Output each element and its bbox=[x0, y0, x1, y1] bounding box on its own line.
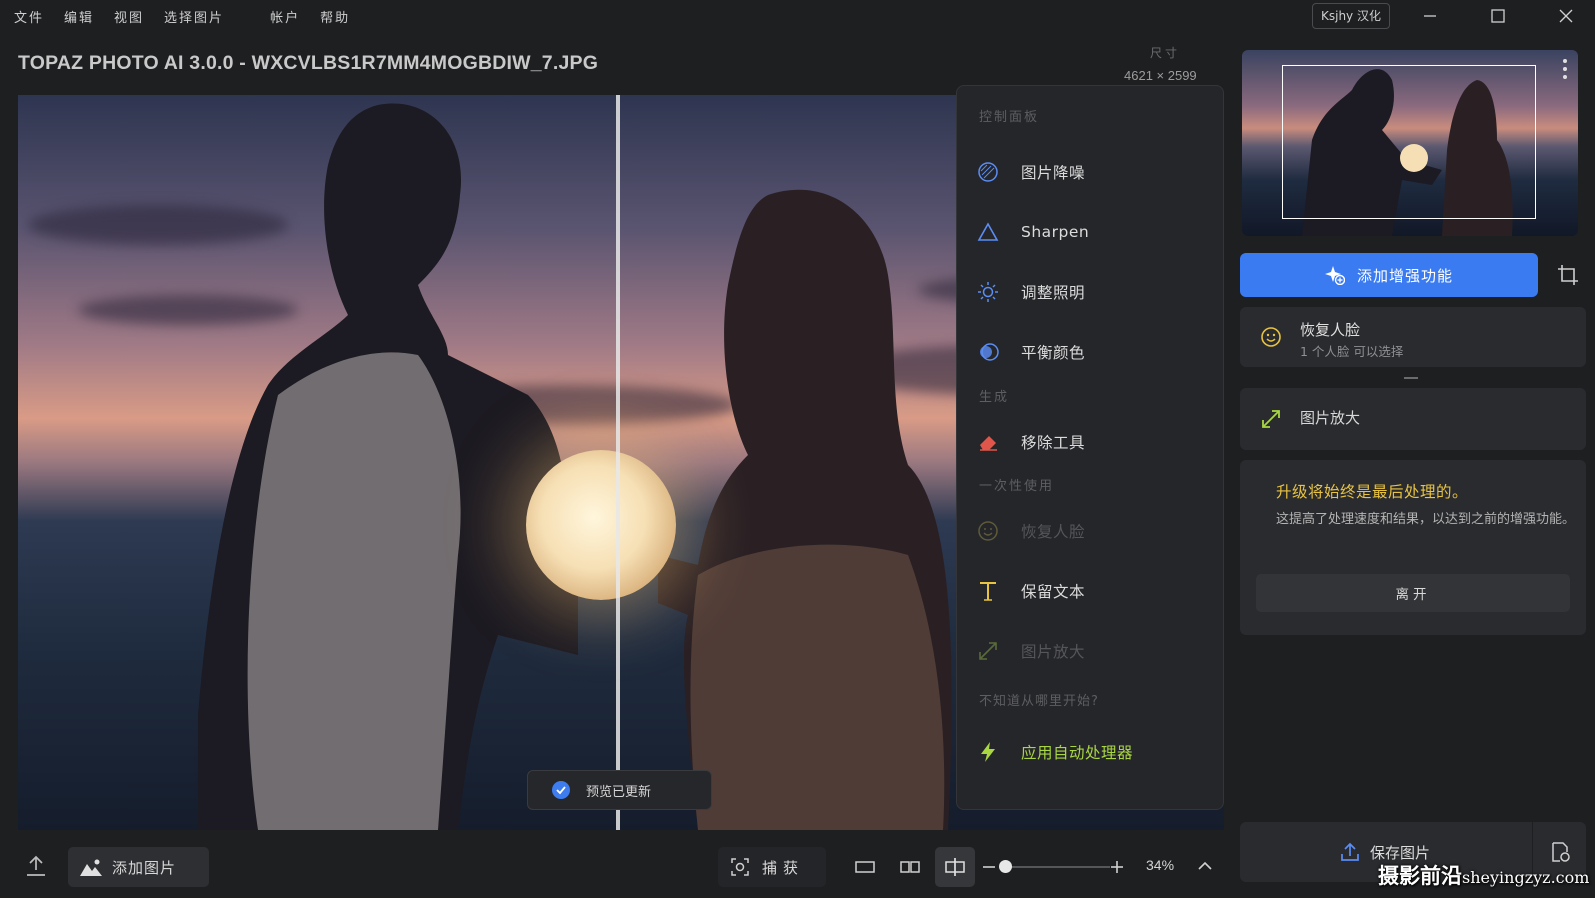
crop-icon bbox=[1558, 265, 1578, 285]
collapse-handle[interactable] bbox=[1404, 377, 1418, 379]
face-card-subtitle: 1 个人脸 可以选择 bbox=[1300, 344, 1404, 359]
split-view-icon bbox=[945, 858, 965, 876]
document-title: TOPAZ PHOTO AI 3.0.0 - WXCVLBS1R7MM4MOGB… bbox=[18, 52, 599, 74]
panel-item-label: 保留文本 bbox=[1021, 583, 1086, 601]
once-section-label: 一次性使用 bbox=[979, 479, 1055, 494]
panel-item-label: 平衡颜色 bbox=[1021, 344, 1086, 362]
preview-updated-toast: 预览已更新 bbox=[527, 770, 712, 810]
upscale-card[interactable]: 图片放大 bbox=[1240, 388, 1586, 450]
viewport-rectangle[interactable] bbox=[1282, 65, 1536, 219]
control-panel: 控制面板 图片降噪 Sharpen 调整照明 平衡颜色 生成 移除工具 一次性使… bbox=[956, 85, 1224, 810]
panel-item-label: 图片降噪 bbox=[1021, 164, 1086, 182]
add-image-button[interactable]: 添加图片 bbox=[68, 847, 209, 887]
woman-silhouette bbox=[658, 189, 952, 830]
moon-glow bbox=[526, 450, 676, 600]
menu-view[interactable]: 视图 bbox=[114, 7, 144, 26]
sparkle-add-icon bbox=[1324, 266, 1345, 285]
face-card-title: 恢复人脸 bbox=[1300, 321, 1361, 339]
add-enhancement-label: 添加增强功能 bbox=[1356, 266, 1453, 285]
capture-button[interactable]: 捕获 bbox=[718, 847, 826, 887]
face-icon bbox=[975, 518, 1001, 544]
control-panel-title: 控制面板 bbox=[979, 110, 1040, 125]
menu-file[interactable]: 文件 bbox=[14, 7, 44, 26]
upscale-icon bbox=[975, 638, 1001, 664]
crop-button[interactable] bbox=[1550, 256, 1586, 294]
image-icon bbox=[80, 859, 102, 876]
eraser-icon bbox=[975, 429, 1001, 455]
panel-item-denoise[interactable]: 图片降噪 bbox=[975, 152, 1205, 192]
watermark: 摄影前沿sheyingzyz.com bbox=[1378, 860, 1589, 890]
panel-item-color-balance[interactable]: 平衡颜色 bbox=[975, 332, 1205, 372]
zoom-in-icon[interactable] bbox=[1110, 860, 1124, 874]
split-compare-handle[interactable] bbox=[616, 95, 620, 830]
zoom-slider-handle[interactable] bbox=[999, 860, 1012, 873]
side-by-side-icon bbox=[900, 861, 920, 873]
panel-item-label: 图片放大 bbox=[1021, 643, 1086, 661]
panel-item-remove-tool[interactable]: 移除工具 bbox=[975, 422, 1205, 462]
denoise-icon bbox=[975, 159, 1001, 185]
add-enhancement-button[interactable]: 添加增强功能 bbox=[1240, 253, 1538, 297]
info-card-body: 这提高了处理速度和结果，以达到之前的增强功能。 bbox=[1276, 512, 1576, 527]
more-options-icon[interactable] bbox=[1562, 58, 1568, 80]
color-balance-icon bbox=[975, 339, 1001, 365]
triangle-icon bbox=[975, 219, 1001, 245]
zoom-slider-track[interactable] bbox=[1000, 866, 1110, 868]
import-icon[interactable] bbox=[24, 854, 48, 878]
panel-item-label: 移除工具 bbox=[1021, 434, 1086, 452]
leave-button[interactable]: 离开 bbox=[1256, 574, 1570, 612]
watermark-url: sheyingzyz.com bbox=[1462, 868, 1590, 887]
camera-icon bbox=[731, 858, 749, 876]
split-view-button[interactable] bbox=[935, 847, 975, 887]
lightning-icon bbox=[975, 739, 1001, 765]
side-by-side-button[interactable] bbox=[890, 847, 930, 887]
maximize-button[interactable] bbox=[1473, 0, 1523, 32]
add-image-label: 添加图片 bbox=[112, 858, 177, 877]
panel-item-preserve-text[interactable]: 保留文本 bbox=[975, 571, 1205, 611]
minimize-button[interactable] bbox=[1405, 0, 1455, 32]
navigator-thumbnail[interactable] bbox=[1242, 50, 1578, 236]
zoom-percentage[interactable]: 34% bbox=[1146, 857, 1174, 873]
single-view-button[interactable] bbox=[845, 847, 885, 887]
man-silhouette bbox=[198, 103, 578, 830]
help-label: 不知道从哪里开始? bbox=[979, 694, 1099, 709]
upscale-icon bbox=[1262, 410, 1280, 428]
menu-account[interactable]: 帐户 bbox=[270, 7, 300, 26]
watermark-cn: 摄影前沿 bbox=[1378, 863, 1462, 888]
menu-edit[interactable]: 编辑 bbox=[64, 7, 94, 26]
capture-label: 捕获 bbox=[762, 858, 805, 877]
panel-item-recover-face: 恢复人脸 bbox=[975, 511, 1205, 551]
panel-item-label: 调整照明 bbox=[1021, 284, 1086, 302]
panel-item-label: 恢复人脸 bbox=[1021, 523, 1086, 541]
close-button[interactable] bbox=[1541, 0, 1591, 32]
close-icon bbox=[1559, 9, 1573, 23]
upload-icon bbox=[1341, 842, 1359, 861]
panel-item-label: Sharpen bbox=[1021, 223, 1090, 241]
apply-autopilot-button[interactable]: 应用自动处理器 bbox=[975, 732, 1205, 772]
single-view-icon bbox=[855, 861, 875, 873]
dimension-value: 4621 × 2599 bbox=[1124, 68, 1197, 83]
menu-select-image[interactable]: 选择图片 bbox=[164, 7, 224, 26]
bottom-toolbar: 添加图片 捕获 34% bbox=[0, 838, 1230, 898]
info-card-title: 升级将始终是最后处理的。 bbox=[1276, 483, 1469, 501]
minimize-icon bbox=[1424, 15, 1436, 17]
sun-icon bbox=[975, 279, 1001, 305]
menu-help[interactable]: 帮助 bbox=[320, 7, 350, 26]
zoom-out-icon[interactable] bbox=[982, 860, 996, 874]
panel-item-lighting[interactable]: 调整照明 bbox=[975, 272, 1205, 312]
autopilot-label: 应用自动处理器 bbox=[1021, 744, 1134, 762]
generate-section-label: 生成 bbox=[979, 390, 1010, 405]
upscale-info-card: 升级将始终是最后处理的。 这提高了处理速度和结果，以达到之前的增强功能。 离开 bbox=[1240, 460, 1586, 635]
panel-item-sharpen[interactable]: Sharpen bbox=[975, 212, 1205, 252]
chevron-up-icon[interactable] bbox=[1198, 861, 1212, 871]
panel-item-upscale: 图片放大 bbox=[975, 631, 1205, 671]
face-icon bbox=[1261, 327, 1281, 347]
localization-badge[interactable]: Ksjhy 汉化 bbox=[1312, 3, 1390, 29]
text-icon bbox=[975, 578, 1001, 604]
toast-text: 预览已更新 bbox=[586, 784, 652, 800]
maximize-icon bbox=[1491, 9, 1505, 23]
face-recovery-card[interactable]: 恢复人脸 1 个人脸 可以选择 bbox=[1240, 307, 1586, 367]
dimension-label: 尺寸 bbox=[1150, 46, 1181, 60]
upscale-card-title: 图片放大 bbox=[1300, 409, 1361, 427]
check-icon bbox=[552, 781, 570, 799]
